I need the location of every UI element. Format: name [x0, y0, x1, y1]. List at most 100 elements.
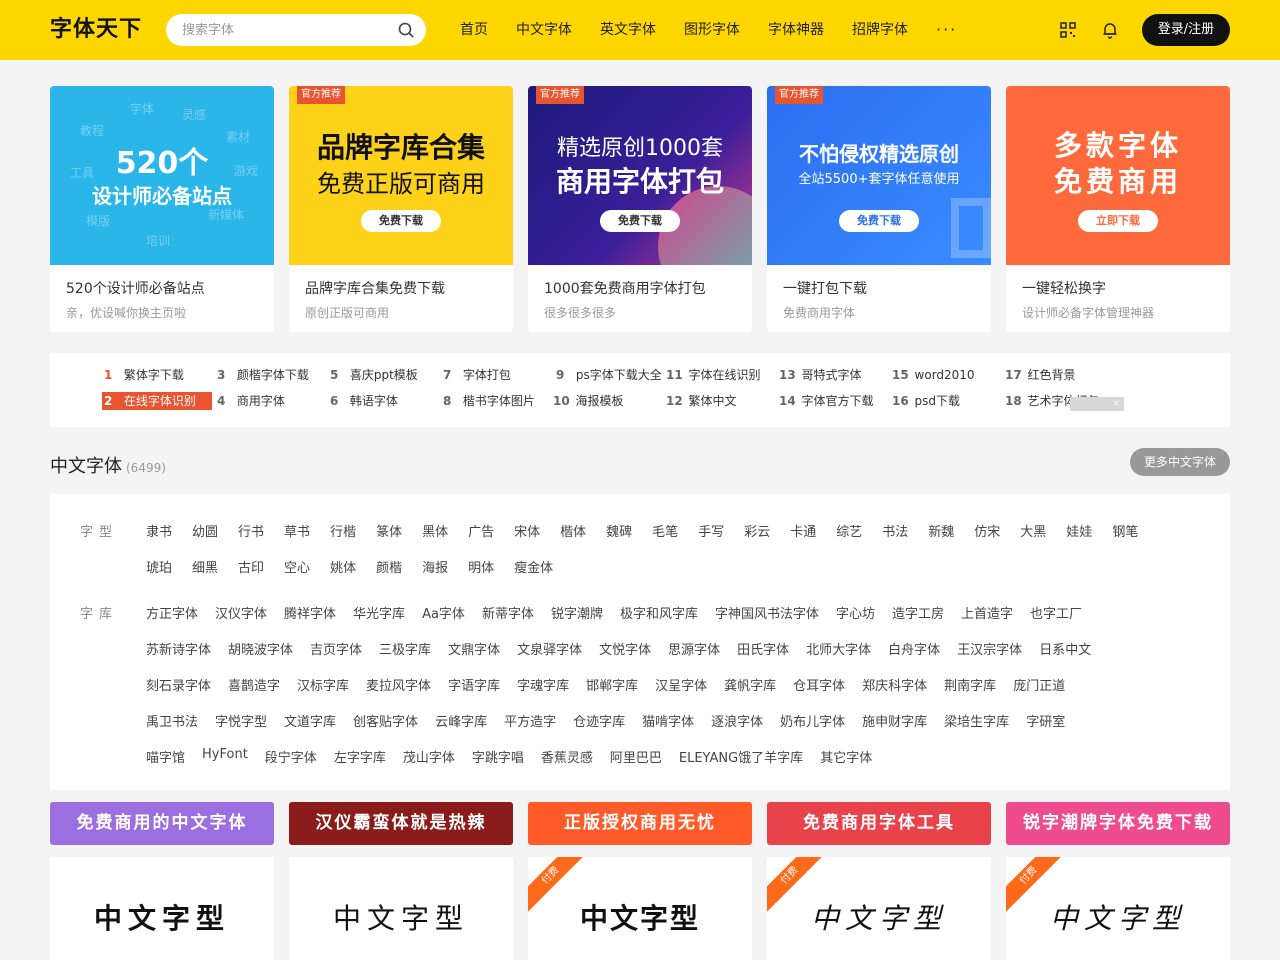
- category-link[interactable]: 也字工厂: [1030, 603, 1082, 622]
- font-preview-card[interactable]: 付费 中文字型: [767, 857, 991, 960]
- nav-english-fonts[interactable]: 英文字体: [586, 0, 670, 60]
- category-link[interactable]: ELEYANG饿了羊字库: [679, 747, 803, 766]
- category-link[interactable]: 明体: [468, 557, 494, 576]
- category-link[interactable]: 汉呈字体: [655, 675, 707, 694]
- bell-icon[interactable]: [1100, 20, 1120, 40]
- category-link[interactable]: 庞门正道: [1013, 675, 1065, 694]
- category-link[interactable]: 三极字库: [379, 639, 431, 658]
- category-link[interactable]: 手写: [698, 521, 724, 540]
- nav-font-tools[interactable]: 字体神器: [754, 0, 838, 60]
- category-link[interactable]: 瘦金体: [514, 557, 553, 576]
- category-link[interactable]: 荆南字库: [944, 675, 996, 694]
- category-link[interactable]: 禹卫书法: [146, 711, 198, 730]
- category-link[interactable]: 汉标字库: [297, 675, 349, 694]
- category-link[interactable]: 行楷: [330, 521, 356, 540]
- category-link[interactable]: 娃娃: [1066, 521, 1092, 540]
- hot-keyword[interactable]: 14 字体官方下载: [779, 392, 874, 410]
- banner-image[interactable]: 官方推荐 不怕侵权精选原创 全站5500+套字体任意使用 免费下载: [767, 86, 991, 265]
- category-link[interactable]: 琥珀: [146, 557, 172, 576]
- category-link[interactable]: 字研室: [1026, 711, 1065, 730]
- font-preview-card[interactable]: 付费 中文字型: [528, 857, 752, 960]
- banner-title[interactable]: 1000套免费商用字体打包: [544, 278, 706, 298]
- banner-title[interactable]: 520个设计师必备站点: [66, 278, 205, 298]
- category-link[interactable]: 邯郸字库: [586, 675, 638, 694]
- category-link[interactable]: 颜楷: [376, 557, 402, 576]
- nav-graphic-fonts[interactable]: 图形字体: [670, 0, 754, 60]
- site-logo[interactable]: 字体天下: [50, 14, 142, 46]
- qrcode-icon[interactable]: [1058, 20, 1078, 40]
- category-link[interactable]: 行书: [238, 521, 264, 540]
- category-link[interactable]: 上首造字: [961, 603, 1013, 622]
- more-chinese-fonts-button[interactable]: 更多中文字体: [1130, 448, 1230, 476]
- category-link[interactable]: 钢笔: [1112, 521, 1138, 540]
- free-download-button[interactable]: 免费下载: [600, 210, 680, 232]
- banner-image[interactable]: 官方推荐 精选原创1000套 商用字体打包 免费下载: [528, 86, 752, 265]
- hot-keyword[interactable]: 11 字体在线识别: [666, 366, 761, 384]
- font-preview-card[interactable]: 中文字型: [50, 857, 274, 960]
- ad-close-icon[interactable]: ×: [1070, 397, 1124, 411]
- category-link[interactable]: 文道字库: [284, 711, 336, 730]
- category-link[interactable]: 腾祥字体: [284, 603, 336, 622]
- promo-strip[interactable]: 正版授权商用无忧: [528, 802, 752, 845]
- hot-keyword[interactable]: 8 楷书字体图片: [443, 392, 535, 410]
- category-link[interactable]: 广告: [468, 521, 494, 540]
- category-link[interactable]: 字悦字型: [215, 711, 267, 730]
- category-link[interactable]: 茂山字体: [403, 747, 455, 766]
- category-link[interactable]: 字语字库: [448, 675, 500, 694]
- category-link[interactable]: 综艺: [836, 521, 862, 540]
- font-preview-card[interactable]: 付费 中文字型: [1006, 857, 1230, 960]
- category-link[interactable]: 仓耳字体: [793, 675, 845, 694]
- promo-strip[interactable]: 锐字潮牌字体免费下载: [1006, 802, 1230, 845]
- nav-chinese-fonts[interactable]: 中文字体: [502, 0, 586, 60]
- category-link[interactable]: 文泉驿字体: [517, 639, 582, 658]
- category-link[interactable]: 空心: [284, 557, 310, 576]
- banner-title[interactable]: 品牌字库合集免费下载: [305, 278, 445, 298]
- category-link[interactable]: 方正字体: [146, 603, 198, 622]
- category-link[interactable]: 细黑: [192, 557, 218, 576]
- category-link[interactable]: 草书: [284, 521, 310, 540]
- category-link[interactable]: 刻石录字体: [146, 675, 211, 694]
- category-link[interactable]: 楷体: [560, 521, 586, 540]
- hot-keyword[interactable]: 13 哥特式字体: [779, 366, 862, 384]
- hot-keyword[interactable]: 16 psd下载: [892, 392, 960, 410]
- category-link[interactable]: 隶书: [146, 521, 172, 540]
- category-link[interactable]: 汉仪字体: [215, 603, 267, 622]
- category-link[interactable]: 喜鹊造字: [228, 675, 280, 694]
- banner-image[interactable]: 字体 灵感 教程 素材 工具 模版 培训 新媒体 游戏 520个 设计师必备站点: [50, 86, 274, 265]
- nav-signboard-fonts[interactable]: 招牌字体: [838, 0, 922, 60]
- category-link[interactable]: 新蒂字体: [482, 603, 534, 622]
- category-link[interactable]: 白舟字体: [888, 639, 940, 658]
- hot-keyword[interactable]: 15 word2010: [892, 366, 975, 384]
- category-link[interactable]: 大黑: [1020, 521, 1046, 540]
- category-link[interactable]: 彩云: [744, 521, 770, 540]
- category-link[interactable]: 其它字体: [820, 747, 872, 766]
- promo-strip[interactable]: 免费商用的中文字体: [50, 802, 274, 845]
- banner-card[interactable]: 字体 灵感 教程 素材 工具 模版 培训 新媒体 游戏 520个 设计师必备站点…: [50, 86, 274, 332]
- category-link[interactable]: 字心坊: [836, 603, 875, 622]
- free-download-button[interactable]: 免费下载: [361, 210, 441, 232]
- category-link[interactable]: 文悦字体: [599, 639, 651, 658]
- category-link[interactable]: 猫啃字体: [642, 711, 694, 730]
- category-link[interactable]: 姚体: [330, 557, 356, 576]
- font-preview-card[interactable]: 中文字型: [289, 857, 513, 960]
- banner-card[interactable]: 多款字体 免费商用 立即下载 一键轻松换字 设计师必备字体管理神器: [1006, 86, 1230, 332]
- category-link[interactable]: 仓迹字库: [573, 711, 625, 730]
- category-link[interactable]: 胡晓波字体: [228, 639, 293, 658]
- category-link[interactable]: 字神国风书法字体: [715, 603, 819, 622]
- hot-keyword[interactable]: 7 字体打包: [443, 366, 511, 384]
- category-link[interactable]: 吉页字体: [310, 639, 362, 658]
- nav-home[interactable]: 首页: [446, 0, 502, 60]
- category-link[interactable]: 思源字体: [668, 639, 720, 658]
- category-link[interactable]: 日系中文: [1039, 639, 1091, 658]
- category-link[interactable]: 苏新诗字体: [146, 639, 211, 658]
- category-link[interactable]: 幼圆: [192, 521, 218, 540]
- category-link[interactable]: 平方造字: [504, 711, 556, 730]
- category-link[interactable]: 卡通: [790, 521, 816, 540]
- hot-keyword[interactable]: 17 红色背景: [1005, 366, 1076, 384]
- category-link[interactable]: 魏碑: [606, 521, 632, 540]
- category-link[interactable]: 华光字库: [353, 603, 405, 622]
- category-link[interactable]: 海报: [422, 557, 448, 576]
- category-link[interactable]: 极字和风字库: [620, 603, 698, 622]
- category-link[interactable]: 造字工房: [892, 603, 944, 622]
- category-link[interactable]: 王汉宗字体: [957, 639, 1022, 658]
